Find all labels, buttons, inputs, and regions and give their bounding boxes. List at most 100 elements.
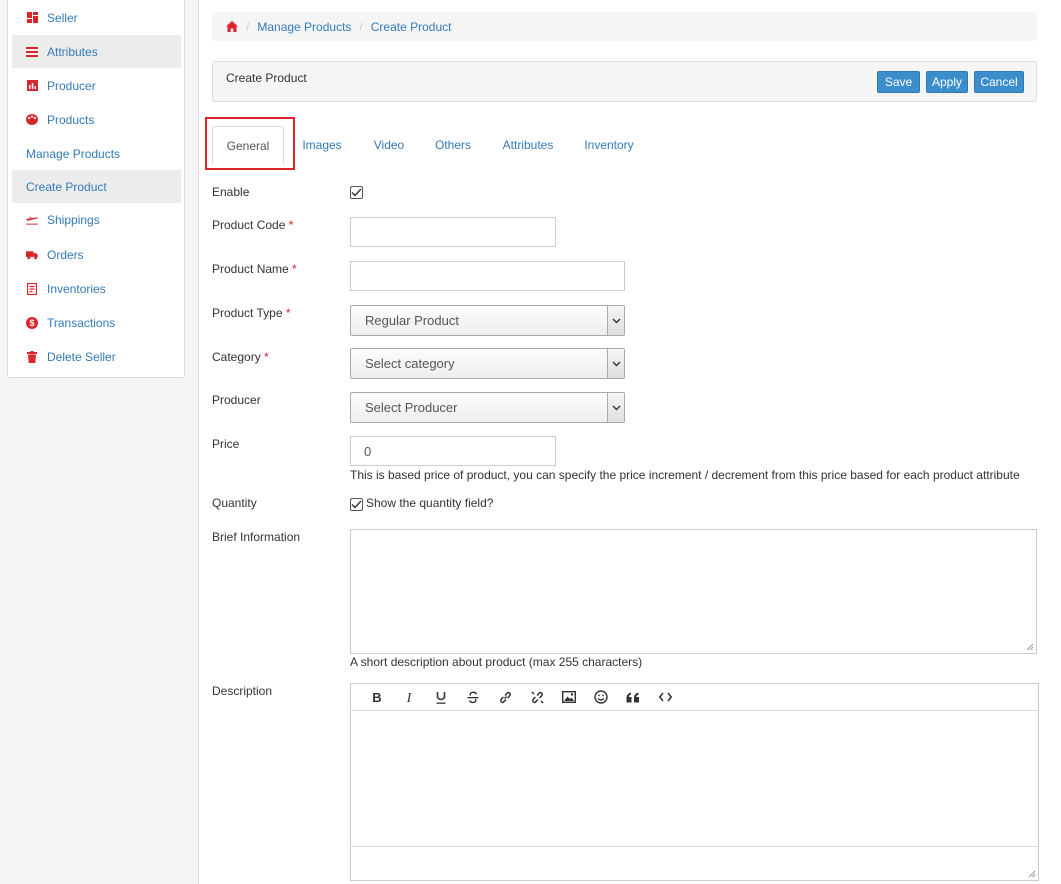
- product-name-label-text: Product Name: [212, 262, 289, 276]
- resize-grip-icon[interactable]: [1028, 870, 1036, 878]
- sidebar-item-shippings[interactable]: Shippings: [12, 203, 181, 236]
- panel-header: Create Product Save Apply Cancel: [212, 61, 1037, 102]
- price-label: Price: [212, 437, 240, 451]
- home-icon[interactable]: [226, 21, 238, 32]
- product-type-select[interactable]: Regular Product: [350, 305, 625, 336]
- enable-label: Enable: [212, 185, 250, 199]
- product-name-input[interactable]: [350, 261, 625, 291]
- producer-select[interactable]: Select Producer: [350, 392, 625, 423]
- product-code-label: Product Code *: [212, 218, 293, 232]
- price-input[interactable]: 0: [350, 436, 556, 466]
- description-label: Description: [212, 684, 273, 698]
- brief-information-label: Brief Information: [212, 530, 301, 544]
- svg-text:I: I: [406, 691, 413, 703]
- tab-inventory[interactable]: Inventory: [575, 126, 643, 164]
- product-type-label-text: Product Type: [212, 306, 283, 320]
- category-value: Select category: [365, 356, 455, 371]
- breadcrumb-manage-products[interactable]: Manage Products: [257, 20, 351, 34]
- required-mark: *: [292, 262, 297, 276]
- editor-toolbar: B I: [351, 684, 1038, 711]
- quantity-label: Quantity: [212, 496, 257, 510]
- sidebar-item-label: Delete Seller: [47, 349, 116, 364]
- product-code-label-text: Product Code: [212, 218, 286, 232]
- sidebar-item-label: Seller: [47, 10, 78, 25]
- brief-information-help-text: A short description about product (max 2…: [350, 655, 643, 669]
- tab-video[interactable]: Video: [363, 126, 415, 164]
- product-type-value: Regular Product: [365, 313, 459, 328]
- sidebar-item-label: Manage Products: [26, 146, 121, 161]
- save-button[interactable]: Save: [877, 71, 920, 93]
- sidebar-item-transactions[interactable]: $ Transactions: [12, 306, 181, 339]
- sidebar-item-seller[interactable]: Seller: [12, 1, 181, 34]
- underline-icon[interactable]: [425, 686, 457, 708]
- breadcrumb-separator: /: [359, 19, 363, 34]
- brief-information-textarea[interactable]: [350, 529, 1037, 654]
- truck-icon: [26, 249, 38, 261]
- code-icon[interactable]: [649, 686, 681, 708]
- sidebar-item-orders[interactable]: Orders: [12, 238, 181, 271]
- tab-others[interactable]: Others: [425, 126, 481, 164]
- sidebar-item-manage-products[interactable]: Manage Products: [12, 137, 181, 170]
- sidebar-item-label: Transactions: [47, 315, 116, 330]
- category-label: Category *: [212, 350, 269, 364]
- resize-grip-icon[interactable]: [1026, 643, 1034, 651]
- category-label-text: Category: [212, 350, 261, 364]
- sidebar-item-create-product[interactable]: Create Product: [12, 170, 181, 203]
- image-icon[interactable]: [553, 686, 585, 708]
- checkmark-icon: [351, 188, 362, 197]
- required-mark: *: [288, 218, 294, 232]
- sidebar-item-delete-seller[interactable]: Delete Seller: [12, 340, 181, 373]
- quantity-checkbox-label[interactable]: Show the quantity field?: [366, 496, 493, 510]
- apply-button[interactable]: Apply: [926, 71, 968, 93]
- bold-icon[interactable]: B: [361, 686, 393, 708]
- palette-icon: [26, 114, 38, 126]
- required-mark: *: [264, 350, 269, 364]
- emoji-icon[interactable]: [585, 686, 617, 708]
- italic-icon[interactable]: I: [393, 686, 425, 708]
- sidebar-item-producer[interactable]: Producer: [12, 69, 181, 102]
- sidebar-item-inventories[interactable]: Inventories: [12, 272, 181, 305]
- document-icon: [26, 282, 38, 295]
- bar-chart-icon: [26, 80, 38, 92]
- required-mark: *: [285, 306, 291, 320]
- producer-value: Select Producer: [365, 400, 458, 415]
- sidebar-item-label: Create Product: [26, 179, 107, 194]
- product-type-label: Product Type *: [212, 306, 291, 320]
- sidebar-item-attributes[interactable]: Attributes: [12, 35, 181, 68]
- strikethrough-icon[interactable]: [457, 686, 489, 708]
- product-name-label: Product Name *: [212, 262, 297, 276]
- page-title: Create Product: [226, 71, 307, 85]
- link-icon[interactable]: [489, 686, 521, 708]
- quote-icon[interactable]: [617, 686, 649, 708]
- producer-label: Producer: [212, 393, 261, 407]
- tab-images[interactable]: Images: [292, 126, 352, 164]
- editor-footer: [351, 846, 1038, 880]
- unlink-icon[interactable]: [521, 686, 553, 708]
- sidebar-item-products[interactable]: Products: [12, 103, 181, 136]
- chevron-down-icon: [607, 393, 624, 422]
- description-editor: B I: [350, 683, 1039, 881]
- chevron-down-icon: [607, 349, 624, 378]
- category-select[interactable]: Select category: [350, 348, 625, 379]
- sidebar-item-label: Inventories: [47, 281, 106, 296]
- sidebar-item-label: Products: [47, 112, 95, 127]
- checkmark-icon: [351, 500, 362, 509]
- svg-text:$: $: [29, 318, 34, 328]
- list-icon: [26, 46, 38, 58]
- sidebar: Seller Attributes Producer Products Mana…: [7, 0, 185, 378]
- cancel-button[interactable]: Cancel: [974, 71, 1024, 93]
- trash-icon: [26, 350, 38, 363]
- tab-attributes[interactable]: Attributes: [492, 126, 564, 164]
- sidebar-item-label: Orders: [47, 247, 84, 262]
- dashboard-icon: [26, 12, 38, 24]
- breadcrumb-create-product[interactable]: Create Product: [371, 20, 452, 34]
- tab-highlight-box: [205, 117, 295, 170]
- price-help-text: This is based price of product, you can …: [350, 468, 1020, 482]
- breadcrumb: / Manage Products / Create Product: [212, 12, 1037, 41]
- chevron-down-icon: [607, 306, 624, 335]
- enable-checkbox[interactable]: [350, 186, 363, 199]
- quantity-checkbox[interactable]: [350, 498, 363, 511]
- dollar-icon: $: [26, 316, 38, 329]
- product-code-input[interactable]: [350, 217, 556, 247]
- plane-icon: [26, 214, 38, 226]
